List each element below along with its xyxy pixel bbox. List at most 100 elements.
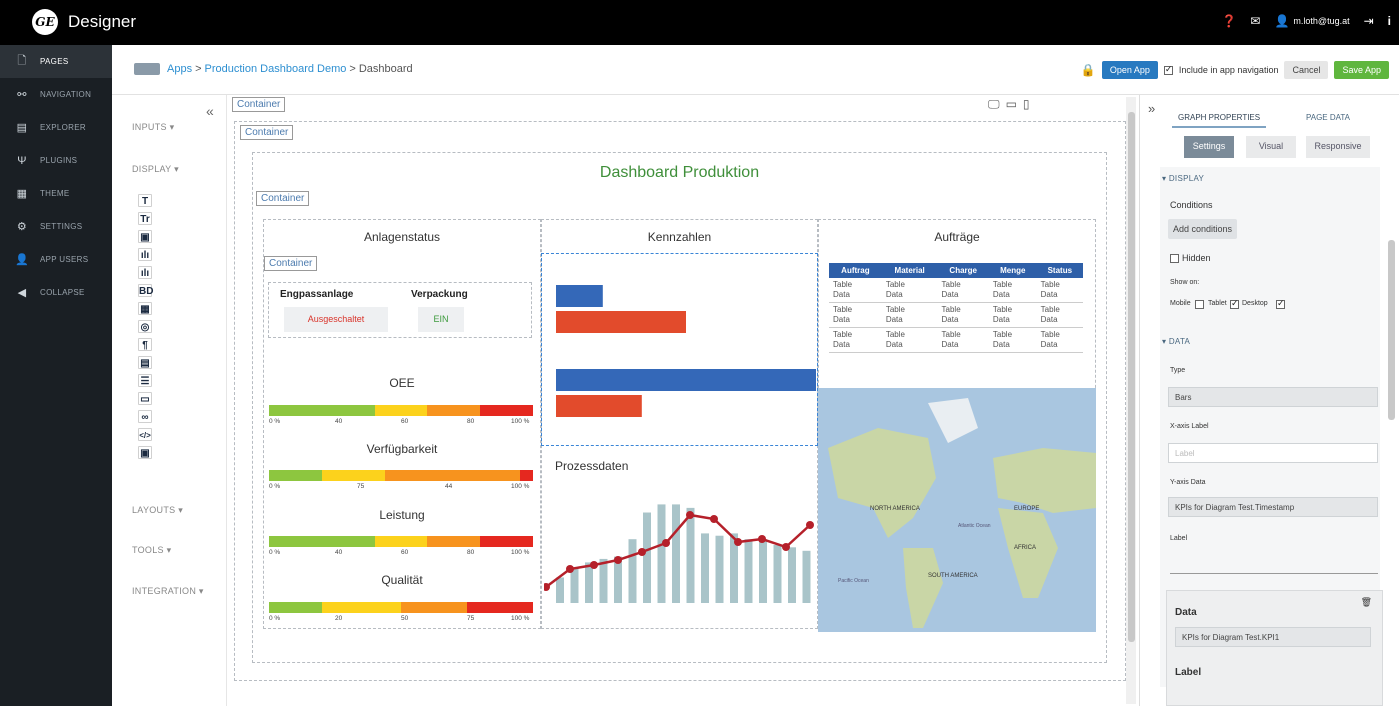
- sidebar-item-settings[interactable]: ⚙ SETTINGS: [0, 210, 112, 243]
- desktop-checkbox[interactable]: [1276, 298, 1285, 309]
- image-icon[interactable]: ▣: [138, 230, 152, 243]
- sidebar-item-theme[interactable]: ▦ THEME: [0, 177, 112, 210]
- table-header: Auftrag: [829, 263, 882, 278]
- oee-gauge: [269, 405, 533, 416]
- palette-tools[interactable]: TOOLS ▾: [132, 545, 171, 556]
- table-cell: Table Data: [1036, 278, 1083, 303]
- prozess-point: [710, 515, 718, 523]
- desktop-icon[interactable]: 🖵: [988, 97, 1000, 112]
- ge-logo: GE: [32, 9, 58, 35]
- palette-inputs[interactable]: INPUTS ▾: [132, 122, 174, 133]
- gauge-tick-label: 40: [335, 549, 343, 556]
- data-card: 🗑 Data KPIs for Diagram Test.KPI1 Label: [1166, 590, 1383, 706]
- canvas-scrollbar-thumb[interactable]: [1128, 112, 1135, 642]
- trash-icon[interactable]: 🗑: [1361, 597, 1372, 608]
- palette-layouts[interactable]: LAYOUTS ▾: [132, 505, 183, 516]
- palette-integration[interactable]: INTEGRATION ▾: [132, 586, 204, 597]
- add-conditions-button[interactable]: Add conditions: [1168, 219, 1238, 239]
- rich-text-icon[interactable]: Tr: [138, 212, 152, 225]
- collapse-palette-icon[interactable]: «: [206, 103, 214, 119]
- mobile-checkbox[interactable]: [1195, 300, 1204, 309]
- palette-display[interactable]: DISPLAY ▾: [132, 164, 179, 175]
- data-section[interactable]: ▾ DATA: [1162, 337, 1190, 346]
- prozess-point: [638, 548, 646, 556]
- hidden-checkbox[interactable]: [1170, 254, 1179, 263]
- lock-icon[interactable]: 🔒: [1081, 63, 1096, 77]
- container-tag[interactable]: Container: [264, 256, 318, 271]
- yaxis-data-select[interactable]: KPIs for Diagram Test.Timestamp: [1168, 497, 1378, 517]
- grid-icon[interactable]: ▦: [138, 302, 152, 315]
- table-row: Table Data Table Data Table Data Table Data Tabl…: [829, 302, 1083, 328]
- link-icon[interactable]: ∞: [138, 410, 152, 423]
- map-graphic: [828, 398, 1096, 628]
- kennzahlen-bar: [556, 395, 642, 417]
- sidebar-item-plugins[interactable]: Ψ PLUGINS: [0, 144, 112, 177]
- mobile-label: Mobile: [1170, 300, 1191, 307]
- world-map[interactable]: NORTH AMERICA EUROPE AFRICA SOUTH AMERIC…: [818, 388, 1096, 632]
- qualitaet-title: Qualität: [381, 573, 423, 587]
- include-nav-checkbox[interactable]: [1163, 64, 1173, 75]
- sidebar-item-collapse[interactable]: ◀ COLLAPSE: [0, 276, 112, 309]
- table-cell: Table Data: [881, 302, 938, 328]
- sidebar-item-explorer[interactable]: ▤ EXPLORER: [0, 111, 112, 144]
- table-cell: Table Data: [937, 302, 989, 328]
- prozess-column: [773, 545, 782, 603]
- prozess-point: [590, 561, 598, 569]
- open-app-button[interactable]: Open App: [1101, 61, 1158, 79]
- segment-visual[interactable]: Visual: [1246, 136, 1296, 158]
- panel-scrollbar[interactable]: [1388, 240, 1395, 420]
- display-section[interactable]: ▾ DISPLAY: [1162, 174, 1204, 183]
- container-tag[interactable]: Container: [240, 125, 294, 140]
- save-app-button[interactable]: Save App: [1334, 61, 1389, 79]
- paragraph-icon[interactable]: ¶: [138, 338, 152, 351]
- map-label-sa: SOUTH AMERICA: [928, 573, 978, 579]
- kennzahlen-title: Kennzahlen: [647, 230, 712, 244]
- table-cell: Table Data: [881, 327, 938, 353]
- explorer-icon: ▤: [16, 122, 28, 134]
- app-users-icon: 👤: [15, 254, 29, 266]
- table-icon[interactable]: ▤: [138, 356, 152, 369]
- tab-page-data[interactable]: PAGE DATA: [1300, 109, 1356, 126]
- sidebar-item-pages[interactable]: 🗋 PAGES: [0, 45, 112, 78]
- container-tag[interactable]: Container: [232, 97, 286, 112]
- cancel-button[interactable]: Cancel: [1284, 61, 1329, 79]
- map-icon[interactable]: ▣: [138, 446, 152, 459]
- prozess-point: [686, 511, 694, 519]
- gauge-icon[interactable]: ◎: [138, 320, 152, 333]
- kennzahlen-chart[interactable]: [541, 253, 818, 446]
- help-icon[interactable]: ❓: [1221, 14, 1236, 28]
- segment-settings[interactable]: Settings: [1184, 136, 1234, 158]
- breadcrumb-project[interactable]: Production Dashboard Demo: [205, 63, 347, 75]
- mobile-icon[interactable]: ▯: [1023, 97, 1030, 112]
- tablet-icon[interactable]: ▭: [1006, 97, 1017, 112]
- table-row: Table Data Table Data Table Data Table Data Tabl…: [829, 278, 1083, 303]
- logout-icon[interactable]: ⇥: [1364, 14, 1374, 28]
- button-icon[interactable]: ▭: [138, 392, 152, 405]
- breadcrumb-apps[interactable]: Apps: [167, 63, 192, 75]
- barcode-icon[interactable]: BD: [138, 284, 153, 297]
- mail-icon[interactable]: ✉: [1250, 14, 1260, 28]
- map-label-ao: Atlantic Ocean: [958, 523, 991, 529]
- xaxis-label-input[interactable]: Label: [1168, 443, 1378, 463]
- bar-chart-icon[interactable]: ılı: [138, 248, 152, 261]
- segment-responsive[interactable]: Responsive: [1306, 136, 1370, 158]
- list-icon[interactable]: ☰: [138, 374, 152, 387]
- sidebar-item-app-users[interactable]: 👤 APP USERS: [0, 243, 112, 276]
- info-icon[interactable]: i: [1388, 14, 1391, 28]
- sidebar-item-navigation[interactable]: ⚯ NAVIGATION: [0, 78, 112, 111]
- expand-panel-icon[interactable]: »: [1148, 101, 1155, 116]
- chart-icon[interactable]: ılı: [138, 266, 152, 279]
- prozess-point: [566, 565, 574, 573]
- user-name[interactable]: m.loth@tug.at: [1293, 16, 1349, 26]
- tab-graph-properties[interactable]: GRAPH PROPERTIES: [1172, 109, 1267, 128]
- verfuegbarkeit-title: Verfügbarkeit: [366, 442, 438, 456]
- container-tag[interactable]: Container: [256, 191, 310, 206]
- tablet-checkbox[interactable]: [1230, 298, 1239, 309]
- card-data-select[interactable]: KPIs for Diagram Test.KPI1: [1175, 627, 1371, 647]
- card-data-label: Data: [1175, 607, 1197, 618]
- code-icon[interactable]: </>: [138, 428, 152, 441]
- gauge-tick-label: 50: [401, 615, 409, 622]
- type-select[interactable]: Bars: [1168, 387, 1378, 407]
- properties-panel: » GRAPH PROPERTIES PAGE DATA Settings Vi…: [1139, 95, 1399, 706]
- text-icon[interactable]: T: [138, 194, 152, 207]
